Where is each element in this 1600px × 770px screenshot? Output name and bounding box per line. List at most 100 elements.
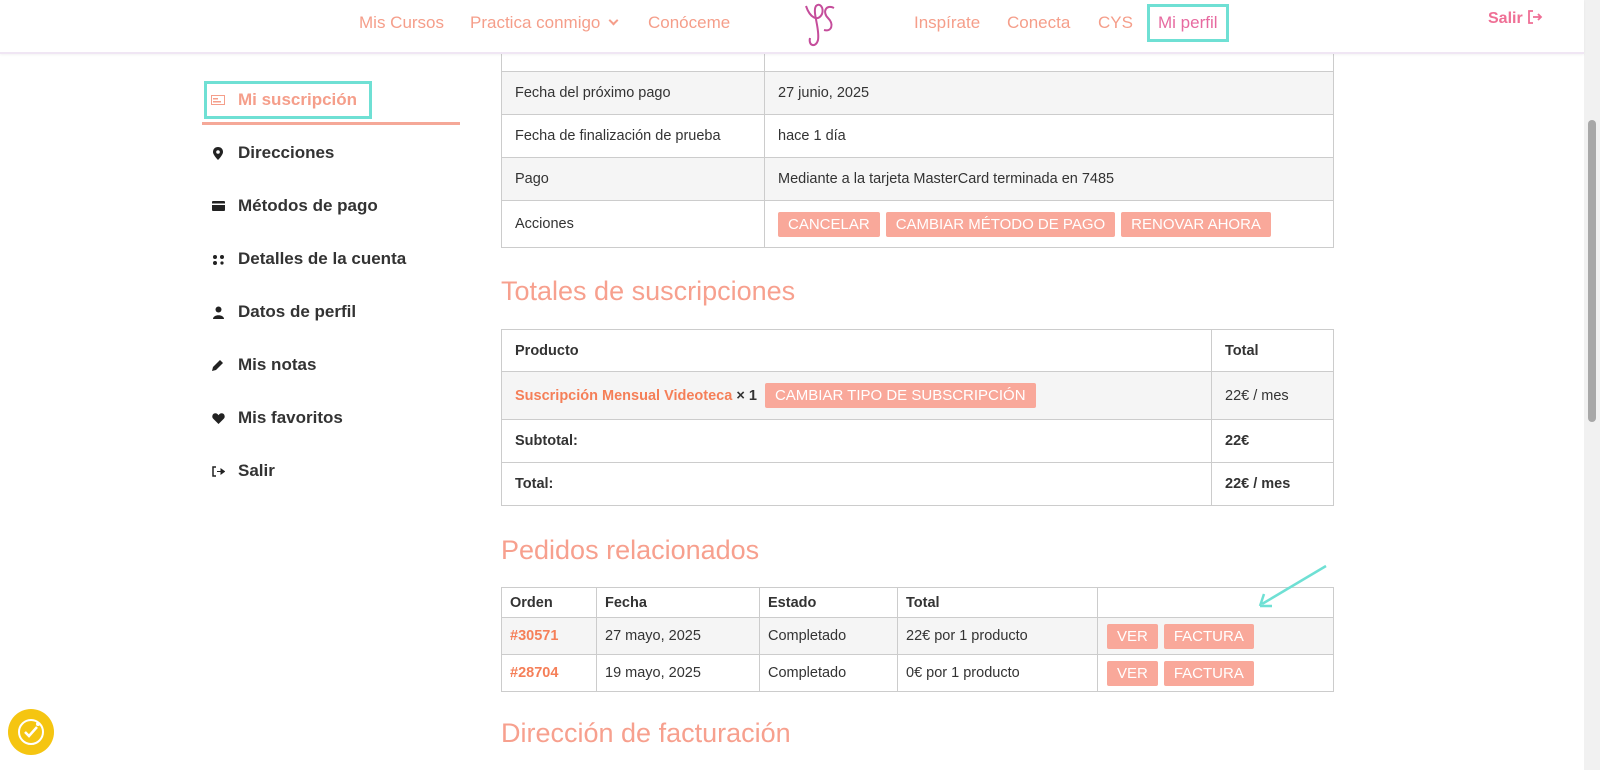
table-row: Subtotal: 22€ (501, 419, 1334, 463)
highlight-mi-perfil (1147, 4, 1229, 42)
logout-icon (210, 465, 226, 477)
table-row: Total: 22€ / mes (501, 462, 1334, 506)
sidebar-item-label: Métodos de pago (238, 196, 378, 215)
subtotal-value: 22€ (1211, 419, 1334, 463)
invoice-button[interactable]: FACTURA (1163, 660, 1254, 686)
column-header: Fecha (596, 587, 760, 618)
header-logout-link[interactable]: Salir (1488, 10, 1543, 28)
user-icon (210, 306, 226, 319)
users-icon (210, 254, 226, 265)
column-header: Total (897, 587, 1098, 618)
related-orders-table: Orden Fecha Estado Total #30571 27 mayo,… (501, 587, 1334, 692)
nav-cys[interactable]: CYS (1098, 13, 1133, 33)
sidebar-item-label: Detalles de la cuenta (238, 249, 407, 268)
credit-card-icon (210, 201, 226, 211)
column-header: Total (1211, 329, 1334, 372)
heart-icon (210, 412, 226, 424)
order-total: 22€ por 1 producto (897, 617, 1098, 655)
subscription-icon (210, 95, 226, 105)
nav-conoceme[interactable]: Conóceme (648, 13, 730, 33)
product-link[interactable]: Suscripción Mensual Videoteca (515, 388, 732, 404)
total-value: 22€ / mes (1211, 462, 1334, 506)
change-subscription-type-button[interactable]: CAMBIAR TIPO DE SUBSCRIPCIÓN (764, 383, 1036, 408)
table-row: Fecha de finalización de prueba hace 1 d… (501, 114, 1334, 158)
accessibility-fab-button[interactable] (8, 709, 54, 755)
table-row: #30571 27 mayo, 2025 Completado 22€ por … (501, 617, 1334, 655)
order-status: Completado (759, 617, 898, 655)
subtotal-label: Subtotal: (501, 419, 1212, 463)
column-header: Producto (501, 329, 1212, 372)
order-date: 27 mayo, 2025 (596, 617, 760, 655)
pencil-icon (210, 359, 226, 371)
product-cell: Suscripción Mensual Videoteca × 1 CAMBIA… (501, 371, 1212, 420)
sidebar-item-label: Mi suscripción (238, 90, 358, 109)
product-quantity: × 1 (736, 388, 757, 404)
active-tab-underline (202, 122, 460, 125)
logout-icon (1528, 10, 1543, 24)
map-pin-icon (210, 146, 226, 160)
column-header: Orden (501, 587, 597, 618)
trial-end-value: hace 1 día (764, 114, 1334, 158)
product-total: 22€ / mes (1211, 371, 1334, 420)
totals-heading: Totales de suscripciones (501, 276, 796, 306)
view-order-button[interactable]: VER (1107, 660, 1158, 686)
cancel-button[interactable]: CANCELAR (778, 211, 880, 237)
order-number-cell: #28704 (501, 654, 597, 692)
nav-mis-cursos[interactable]: Mis Cursos (359, 13, 444, 33)
total-label: Total: (501, 462, 1212, 506)
column-header: Estado (759, 587, 898, 618)
site-header: Mis Cursos Practica conmigo Conóceme Ins… (0, 0, 1584, 54)
sidebar-item-mis-favoritos[interactable]: Mis favoritos (210, 406, 343, 430)
subscription-totals-table: Producto Total Suscripción Mensual Video… (501, 329, 1334, 506)
invoice-button[interactable]: FACTURA (1163, 623, 1254, 649)
sidebar-item-salir[interactable]: Salir (210, 459, 275, 483)
nav-inspirate[interactable]: Inspírate (914, 13, 980, 33)
sidebar-item-direcciones[interactable]: Direcciones (210, 141, 334, 165)
order-link[interactable]: #30571 (510, 628, 558, 644)
page-scrollbar[interactable] (1584, 0, 1600, 770)
payment-value: Mediante a la tarjeta MasterCard termina… (764, 157, 1334, 201)
accessibility-icon (18, 719, 44, 745)
sidebar-item-label: Direcciones (238, 143, 335, 162)
sidebar-item-label: Mis notas (238, 355, 317, 374)
order-status: Completado (759, 654, 898, 692)
chevron-down-icon (608, 15, 619, 26)
view-order-button[interactable]: VER (1107, 623, 1158, 649)
table-header-row: Orden Fecha Estado Total (501, 587, 1334, 618)
sidebar-item-label: Datos de perfil (238, 302, 357, 321)
annotation-arrow-icon (1258, 564, 1327, 608)
header-logout-label: Salir (1488, 10, 1523, 27)
next-payment-label: Fecha del próximo pago (501, 71, 765, 115)
sidebar-item-datos-perfil[interactable]: Datos de perfil (210, 300, 356, 324)
subscription-details-table: Fecha del próximo pago 27 junio, 2025 Fe… (501, 28, 1334, 248)
order-date: 19 mayo, 2025 (596, 654, 760, 692)
trial-end-label: Fecha de finalización de prueba (501, 114, 765, 158)
order-total: 0€ por 1 producto (897, 654, 1098, 692)
sidebar-item-mis-notas[interactable]: Mis notas (210, 353, 316, 377)
sidebar-item-metodos-de-pago[interactable]: Métodos de pago (210, 194, 378, 218)
next-payment-value: 27 junio, 2025 (764, 71, 1334, 115)
scrollbar-thumb[interactable] (1588, 120, 1596, 422)
billing-address-heading: Dirección de facturación (501, 718, 791, 748)
table-row: Pago Mediante a la tarjeta MasterCard te… (501, 157, 1334, 201)
table-row: Acciones CANCELAR CAMBIAR MÉTODO DE PAGO R… (501, 200, 1334, 248)
change-payment-method-button[interactable]: CAMBIAR MÉTODO DE PAGO (885, 211, 1116, 237)
site-logo[interactable] (800, 0, 844, 50)
sidebar-item-detalles-cuenta[interactable]: Detalles de la cuenta (210, 247, 406, 271)
payment-label: Pago (501, 157, 765, 201)
renew-now-button[interactable]: RENOVAR AHORA (1121, 211, 1271, 237)
order-actions: VER FACTURA (1097, 654, 1334, 692)
order-actions: VER FACTURA (1097, 617, 1334, 655)
table-row: Suscripción Mensual Videoteca × 1 CAMBIA… (501, 371, 1334, 420)
table-row: Fecha del próximo pago 27 junio, 2025 (501, 71, 1334, 115)
table-row: #28704 19 mayo, 2025 Completado 0€ por 1… (501, 654, 1334, 692)
related-orders-heading: Pedidos relacionados (501, 535, 760, 565)
nav-practica-conmigo[interactable]: Practica conmigo (470, 13, 619, 33)
nav-conecta[interactable]: Conecta (1007, 13, 1070, 33)
sidebar-item-label: Salir (238, 461, 275, 480)
order-link[interactable]: #28704 (510, 665, 558, 681)
sidebar-item-mi-suscripcion[interactable]: Mi suscripción (210, 88, 357, 112)
table-header-row: Producto Total (501, 329, 1334, 372)
actions-cell: CANCELAR CAMBIAR MÉTODO DE PAGO RENOVAR AH… (764, 200, 1334, 248)
actions-label: Acciones (501, 200, 765, 248)
